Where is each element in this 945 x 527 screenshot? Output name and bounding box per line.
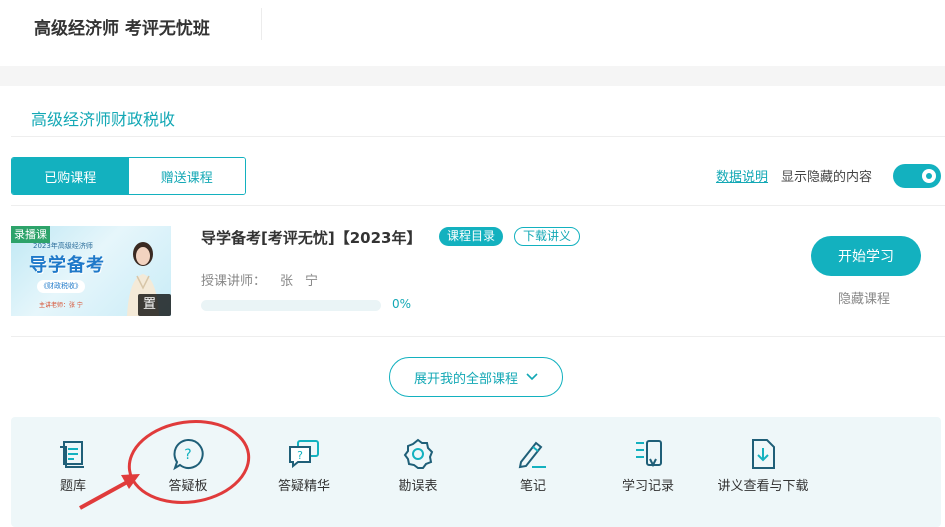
qa-highlights-icon: ? <box>289 440 319 469</box>
teacher-info: 授课讲师： 张宁 <box>201 270 330 289</box>
errata-icon <box>403 438 434 469</box>
course-name[interactable]: 导学备考[考评无忧]【2023年】 <box>201 227 421 248</box>
show-hidden-toggle[interactable] <box>893 164 941 188</box>
tool-label: 答疑板 <box>168 479 208 494</box>
toggle-knob <box>922 169 936 183</box>
handout-download-icon <box>752 439 775 469</box>
tool-handout-download[interactable]: 讲义查看与下载 <box>708 417 818 527</box>
hide-course-link[interactable]: 隐藏课程 <box>838 288 890 307</box>
expand-label: 展开我的全部课程 <box>413 371 518 387</box>
thumbnail-lecturer: 主讲老师：张 宁 <box>39 302 83 309</box>
course-tabs: 已购课程 赠送课程 <box>11 157 246 195</box>
show-hidden-label: 显示隐藏的内容 <box>781 170 873 185</box>
notes-icon <box>518 441 546 469</box>
tool-label: 答疑精华 <box>277 479 330 494</box>
tool-qa-board[interactable]: ? 答疑板 <box>133 417 243 527</box>
tab-purchased[interactable]: 已购课程 <box>12 158 129 194</box>
teacher-label: 授课讲师： <box>201 274 267 289</box>
tool-notes[interactable]: 笔记 <box>478 417 588 527</box>
download-handout-button[interactable]: 下载讲义 <box>514 227 581 246</box>
study-record-icon <box>636 440 662 468</box>
page-title: 高级经济师 考评无忧班 <box>34 19 210 39</box>
tool-label: 题库 <box>59 479 86 494</box>
tool-qa-highlights[interactable]: ? 答疑精华 <box>249 417 359 527</box>
tool-label: 讲义查看与下载 <box>717 479 809 494</box>
tool-errata[interactable]: 勘误表 <box>363 417 473 527</box>
thumbnail-headline: 导学备考 <box>29 255 105 276</box>
course-panel: 高级经济师财政税收 已购课程 赠送课程 数据说明 显示隐藏的内容 录播课 202… <box>0 86 945 527</box>
chevron-down-icon <box>526 373 538 381</box>
divider <box>11 205 945 206</box>
data-explanation-link[interactable]: 数据说明 <box>716 166 768 185</box>
progress-percent: 0% <box>392 297 412 311</box>
course-catalog-button[interactable]: 课程目录 <box>439 227 504 246</box>
thumbnail-subtitle: 2023年高级经济师 <box>33 242 93 250</box>
course-thumbnail[interactable]: 录播课 2023年高级经济师 导学备考 《财政税收》 主讲老师：张 宁 置顶 <box>11 226 171 316</box>
tab-gifted[interactable]: 赠送课程 <box>128 158 245 194</box>
pin-to-top-label[interactable]: 置顶 <box>138 294 171 316</box>
course-category-title: 高级经济师财政税收 <box>31 110 176 129</box>
svg-text:?: ? <box>297 449 303 462</box>
qa-board-icon: ? <box>173 438 204 471</box>
tool-study-record[interactable]: 学习记录 <box>593 417 703 527</box>
tools-bar: 题库 ? 答疑板 ? 答疑精华 勘误表 笔记 学习记录 讲义查看与下载 <box>11 417 941 527</box>
course-progress-bar <box>201 300 381 311</box>
start-learning-button[interactable]: 开始学习 <box>811 236 921 276</box>
divider <box>11 336 945 337</box>
teacher-name: 张宁 <box>280 274 331 289</box>
question-bank-icon <box>60 441 84 468</box>
thumbnail-subject: 《财政税收》 <box>37 280 85 293</box>
tool-label: 学习记录 <box>621 479 674 494</box>
header-divider <box>261 8 262 40</box>
top-header: 高级经济师 考评无忧班 <box>0 0 945 66</box>
tool-label: 笔记 <box>519 479 546 494</box>
divider <box>11 136 945 137</box>
svg-text:?: ? <box>184 447 191 463</box>
tool-question-bank[interactable]: 题库 <box>18 417 128 527</box>
expand-all-courses-button[interactable]: 展开我的全部课程 <box>389 357 563 397</box>
tool-label: 勘误表 <box>398 479 438 494</box>
